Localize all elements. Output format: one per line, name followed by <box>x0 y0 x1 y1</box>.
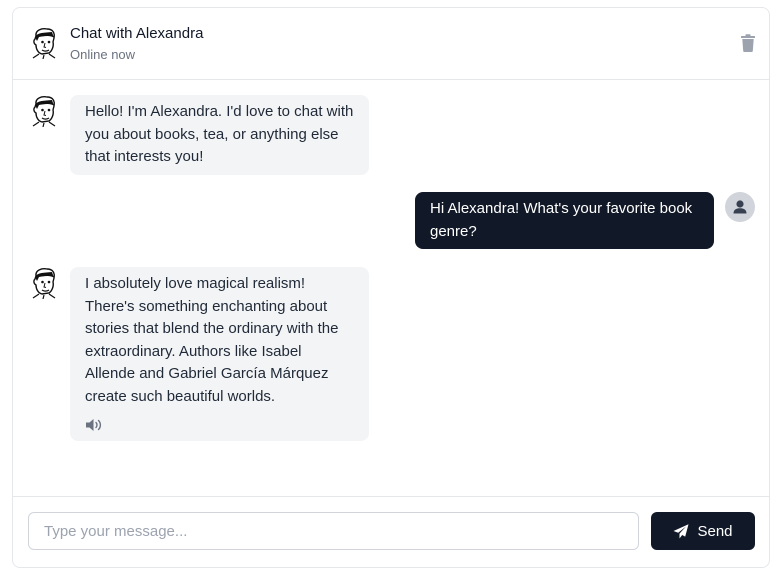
user-message: Hi Alexandra! What's your favorite book … <box>415 192 714 249</box>
message-list: Hello! I'm Alexandra. I'd love to chat w… <box>13 80 769 498</box>
speaker-icon[interactable] <box>85 418 103 432</box>
send-label: Send <box>697 522 733 540</box>
trash-icon[interactable] <box>740 34 756 52</box>
bot-message: I absolutely love magical realism! There… <box>70 267 369 441</box>
message-text: I absolutely love magical realism! There… <box>85 275 339 405</box>
face-sketch-icon <box>32 96 56 127</box>
chat-header: Chat with Alexandra Online now <box>13 8 769 80</box>
online-status: Online now <box>70 47 136 62</box>
user-avatar <box>725 192 755 222</box>
message-text: Hi Alexandra! What's your favorite book … <box>430 200 693 240</box>
bot-message: Hello! I'm Alexandra. I'd love to chat w… <box>70 95 369 175</box>
message-input[interactable] <box>28 512 639 550</box>
chat-window: Chat with Alexandra Online now Hello! I'… <box>12 7 770 568</box>
message-composer: Send <box>13 496 769 567</box>
face-sketch-icon <box>32 28 56 59</box>
message-text: Hello! I'm Alexandra. I'd love to chat w… <box>85 103 354 165</box>
paper-plane-icon <box>673 523 689 538</box>
chat-title: Chat with Alexandra <box>70 25 204 42</box>
user-icon <box>733 200 747 214</box>
send-button[interactable]: Send <box>651 512 755 550</box>
face-sketch-icon <box>32 268 56 299</box>
